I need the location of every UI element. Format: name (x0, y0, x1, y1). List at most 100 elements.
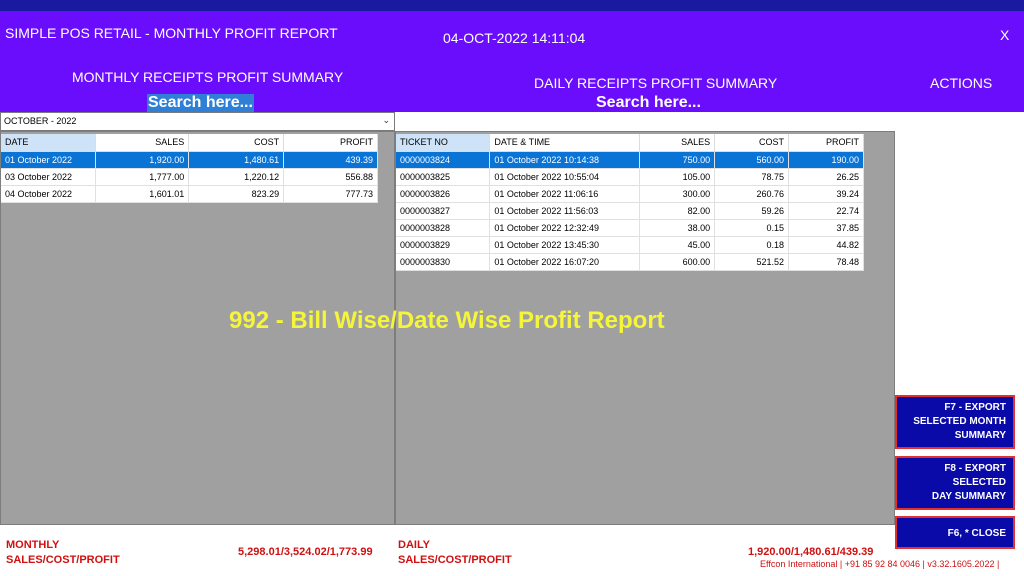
report-watermark: 992 - Bill Wise/Date Wise Profit Report (229, 307, 665, 334)
column-header-cost[interactable]: COST (714, 134, 790, 152)
column-header-date-time[interactable]: DATE & TIME (489, 134, 641, 152)
table-row[interactable]: 0000003827 01 October 2022 11:56:03 82.00 5… (396, 202, 864, 220)
current-datetime: 04-OCT-2022 14:11:04 (443, 30, 586, 46)
daily-header-row: TICKET NO DATE & TIME SALES COST PROFIT (396, 134, 864, 152)
table-row[interactable]: 0000003824 01 October 2022 10:14:38 750.00… (396, 151, 864, 169)
month-select[interactable]: OCTOBER - 2022 ⌄ (0, 112, 395, 131)
column-header-sales[interactable]: SALES (639, 134, 716, 152)
cell-profit: 22.74 (788, 202, 864, 220)
cell-sales: 1,920.00 (95, 151, 190, 169)
export-month-line2: SELECTED MONTH (913, 416, 1006, 427)
cell-ticket-no: 0000003830 (396, 253, 491, 271)
monthly-search-input[interactable]: Search here... (147, 94, 254, 112)
export-day-button[interactable]: F8 - EXPORT SELECTED DAY SUMMARY (895, 456, 1015, 510)
app-window: SIMPLE POS RETAIL - MONTHLY PROFIT REPOR… (0, 0, 1024, 576)
header-bar: SIMPLE POS RETAIL - MONTHLY PROFIT REPOR… (0, 11, 1024, 112)
column-header-profit[interactable]: PROFIT (283, 134, 378, 152)
monthly-totals-value: 5,298.01/3,524.02/1,773.99 (238, 546, 373, 558)
cell-date: 01 October 2022 (1, 151, 97, 169)
daily-totals-label-line2: SALES/COST/PROFIT (398, 554, 512, 566)
monthly-header-row: DATE SALES COST PROFIT (1, 134, 378, 152)
top-strip (0, 0, 1024, 11)
cell-sales: 82.00 (639, 202, 716, 220)
export-day-line2: SELECTED (952, 477, 1006, 488)
close-icon[interactable]: X (1000, 27, 1009, 43)
cell-date-time: 01 October 2022 11:06:16 (489, 185, 641, 203)
table-row[interactable]: 0000003826 01 October 2022 11:06:16 300.00… (396, 185, 864, 203)
export-month-line3: SUMMARY (954, 430, 1006, 441)
cell-sales: 105.00 (639, 168, 716, 186)
cell-cost: 78.75 (714, 168, 790, 186)
monthly-totals-label: MONTHLY SALES/COST/PROFIT (6, 538, 120, 568)
month-select-value: OCTOBER - 2022 (4, 116, 77, 126)
cell-date-time: 01 October 2022 16:07:20 (489, 253, 641, 271)
monthly-totals-label-line1: MONTHLY (6, 539, 60, 551)
table-row[interactable]: 01 October 2022 1,920.00 1,480.61 439.39 (1, 151, 378, 169)
cell-date: 04 October 2022 (1, 185, 97, 203)
cell-cost: 560.00 (714, 151, 790, 169)
cell-sales: 600.00 (639, 253, 716, 271)
cell-ticket-no: 0000003827 (396, 202, 491, 220)
cell-date-time: 01 October 2022 13:45:30 (489, 236, 641, 254)
cell-date-time: 01 October 2022 11:56:03 (489, 202, 641, 220)
cell-profit: 39.24 (788, 185, 864, 203)
column-header-ticket-no[interactable]: TICKET NO (396, 134, 491, 152)
cell-cost: 823.29 (188, 185, 285, 203)
cell-date-time: 01 October 2022 10:55:04 (489, 168, 641, 186)
table-row[interactable]: 0000003830 01 October 2022 16:07:20 600.00… (396, 253, 864, 271)
cell-sales: 45.00 (639, 236, 716, 254)
daily-summary-title: DAILY RECEIPTS PROFIT SUMMARY (534, 75, 778, 91)
monthly-summary-table: DATE SALES COST PROFIT 01 October 2022 1… (1, 134, 378, 203)
export-day-line3: DAY SUMMARY (931, 491, 1006, 502)
cell-date: 03 October 2022 (1, 168, 97, 186)
column-header-cost[interactable]: COST (188, 134, 285, 152)
monthly-totals-label-line2: SALES/COST/PROFIT (6, 554, 120, 566)
cell-profit: 777.73 (283, 185, 378, 203)
cell-profit: 439.39 (283, 151, 378, 169)
cell-cost: 1,220.12 (188, 168, 285, 186)
cell-sales: 38.00 (639, 219, 716, 237)
cell-profit: 78.48 (788, 253, 864, 271)
daily-summary-table: TICKET NO DATE & TIME SALES COST PROFIT … (396, 134, 864, 271)
cell-profit: 37.85 (788, 219, 864, 237)
actions-title: ACTIONS (930, 75, 993, 91)
cell-ticket-no: 0000003829 (396, 236, 491, 254)
cell-cost: 521.52 (714, 253, 790, 271)
cell-profit: 556.88 (283, 168, 378, 186)
column-header-sales[interactable]: SALES (95, 134, 190, 152)
column-header-date[interactable]: DATE (1, 134, 97, 152)
cell-cost: 59.26 (714, 202, 790, 220)
cell-sales: 750.00 (639, 151, 716, 169)
close-button[interactable]: F6, * CLOSE (895, 516, 1015, 549)
chevron-down-icon[interactable]: ⌄ (382, 115, 390, 126)
cell-cost: 260.76 (714, 185, 790, 203)
cell-profit: 26.25 (788, 168, 864, 186)
app-title: SIMPLE POS RETAIL - MONTHLY PROFIT REPOR… (5, 25, 338, 41)
export-day-line1: F8 - EXPORT (944, 463, 1006, 474)
cell-profit: 44.82 (788, 236, 864, 254)
daily-totals-value: 1,920.00/1,480.61/439.39 (748, 546, 874, 558)
cell-ticket-no: 0000003824 (396, 151, 491, 169)
table-row[interactable]: 0000003829 01 October 2022 13:45:30 45.00 0… (396, 236, 864, 254)
table-row[interactable]: 0000003825 01 October 2022 10:55:04 105.00… (396, 168, 864, 186)
cell-cost: 0.18 (714, 236, 790, 254)
cell-profit: 190.00 (788, 151, 864, 169)
export-month-button[interactable]: F7 - EXPORT SELECTED MONTH SUMMARY (895, 395, 1015, 449)
daily-search-input[interactable]: Search here... (595, 94, 702, 112)
cell-date-time: 01 October 2022 10:14:38 (489, 151, 641, 169)
cell-date-time: 01 October 2022 12:32:49 (489, 219, 641, 237)
monthly-summary-title: MONTHLY RECEIPTS PROFIT SUMMARY (72, 69, 344, 85)
cell-ticket-no: 0000003826 (396, 185, 491, 203)
vendor-credits: Effcon International | +91 85 92 84 0046… (760, 559, 1000, 569)
daily-totals-label-line1: DAILY (398, 539, 430, 551)
cell-sales: 1,601.01 (95, 185, 190, 203)
table-row[interactable]: 0000003828 01 October 2022 12:32:49 38.00 0… (396, 219, 864, 237)
table-row[interactable]: 03 October 2022 1,777.00 1,220.12 556.88 (1, 168, 378, 186)
export-month-line1: F7 - EXPORT (944, 402, 1006, 413)
cell-cost: 1,480.61 (188, 151, 285, 169)
table-row[interactable]: 04 October 2022 1,601.01 823.29 777.73 (1, 185, 378, 203)
daily-totals-label: DAILY SALES/COST/PROFIT (398, 538, 512, 568)
cell-ticket-no: 0000003825 (396, 168, 491, 186)
cell-ticket-no: 0000003828 (396, 219, 491, 237)
column-header-profit[interactable]: PROFIT (788, 134, 864, 152)
